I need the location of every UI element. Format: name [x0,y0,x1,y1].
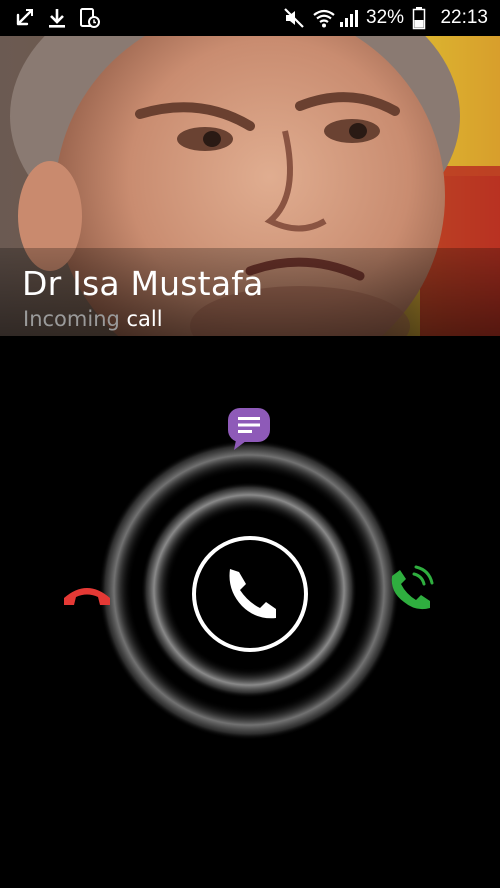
battery-percent: 32% [366,7,405,28]
decline-button[interactable] [58,574,116,614]
accept-button[interactable] [386,564,436,614]
missed-call-icon [12,6,36,35]
call-status-suffix: call [126,307,163,331]
wifi-icon [312,6,336,35]
incoming-call-screen: 32% 22:13 Dr Isa Mustafa Incoming call [0,0,500,888]
battery-icon [412,6,426,35]
decline-call-icon [64,588,110,605]
message-button[interactable] [226,405,272,451]
message-bubble-icon [228,408,270,450]
mute-icon [282,6,306,35]
call-controls [0,336,500,888]
phone-handset-icon [192,536,308,652]
status-bar: 32% 22:13 [0,0,500,36]
caller-name: Dr Isa Mustafa [22,264,264,303]
download-icon [46,6,68,35]
call-status-prefix: Incoming [23,307,120,331]
call-log-icon [78,6,102,35]
caller-info-overlay: Dr Isa Mustafa Incoming call [0,248,500,336]
answer-handle[interactable] [190,534,310,654]
call-status: Incoming call [23,307,163,331]
signal-icon [338,6,360,35]
accept-call-icon [391,565,434,610]
status-time: 22:13 [440,7,488,28]
